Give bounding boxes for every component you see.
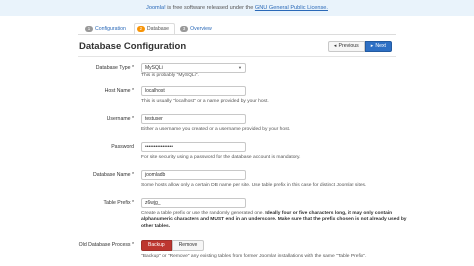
table-prefix-label: Table Prefix * — [103, 200, 134, 206]
database-type-label: Database Type * — [95, 65, 134, 71]
tab-overview[interactable]: 3 Overview — [177, 23, 218, 34]
page-title: Database Configuration — [79, 41, 187, 52]
old-database-process-toggle: Backup Remove — [141, 240, 205, 251]
database-type-value: MySQLi — [145, 65, 163, 71]
joomla-brand: Joomla! — [146, 5, 166, 11]
host-name-help: This is usually "localhost" or a name pr… — [141, 99, 269, 104]
title-divider — [78, 56, 396, 57]
chevron-left-icon: ◂ — [333, 43, 337, 49]
previous-button[interactable]: ◂ Previous — [327, 41, 365, 52]
tab-label: Overview — [190, 26, 212, 32]
remove-option[interactable]: Remove — [171, 240, 205, 251]
username-label: Username * — [106, 116, 134, 122]
old-database-process-label: Old Database Process * — [78, 242, 134, 248]
tab-configuration[interactable]: 1 Configuration — [82, 23, 132, 34]
old-database-process-help: "Backup" or "Remove" any existing tables… — [141, 254, 367, 259]
password-help: For site security using a password for t… — [141, 155, 301, 160]
installation-steps: 1 Configuration 2 Database 3 Overview — [82, 23, 218, 34]
database-name-label: Database Name * — [93, 172, 134, 178]
tab-label: Database — [146, 26, 170, 32]
database-type-select[interactable]: MySQLi ▼ — [141, 63, 246, 73]
previous-label: Previous — [338, 43, 359, 49]
chevron-down-icon: ▼ — [238, 65, 242, 70]
password-label: Password — [111, 144, 134, 150]
step-number-badge: 2 — [136, 26, 145, 32]
next-label: Next — [375, 43, 386, 49]
tab-divider — [78, 34, 396, 35]
license-text: is free software released under the — [167, 5, 254, 11]
license-notice: Joomla! is free software released under … — [0, 0, 474, 16]
password-input[interactable]: •••••••••••••••• — [141, 142, 246, 152]
tab-database[interactable]: 2 Database — [133, 23, 176, 34]
database-type-help: This is probably "MySQLi". — [141, 73, 199, 78]
backup-option[interactable]: Backup — [141, 240, 172, 251]
table-prefix-help-lead: Create a table prefix or use the randoml… — [141, 211, 264, 216]
database-name-help: Some hosts allow only a certain DB name … — [141, 183, 367, 188]
table-prefix-help: Create a table prefix or use the randoml… — [141, 211, 411, 230]
host-name-label: Host Name * — [104, 88, 134, 94]
next-button[interactable]: ▸ Next — [364, 41, 392, 52]
table-prefix-input[interactable]: z6wjg_ — [141, 198, 246, 208]
database-name-input[interactable]: joomladb — [141, 170, 246, 180]
step-number-badge: 1 — [85, 26, 93, 32]
wizard-navigation: ◂ Previous ▸ Next — [327, 41, 392, 52]
tab-label: Configuration — [95, 26, 126, 32]
host-name-input[interactable]: localhost — [141, 86, 246, 96]
username-input[interactable]: testuser — [141, 114, 246, 124]
username-help: Either a username you created or a usern… — [141, 127, 291, 132]
license-link[interactable]: GNU General Public License. — [255, 5, 328, 11]
step-number-badge: 3 — [180, 26, 189, 32]
chevron-right-icon: ▸ — [370, 43, 374, 49]
